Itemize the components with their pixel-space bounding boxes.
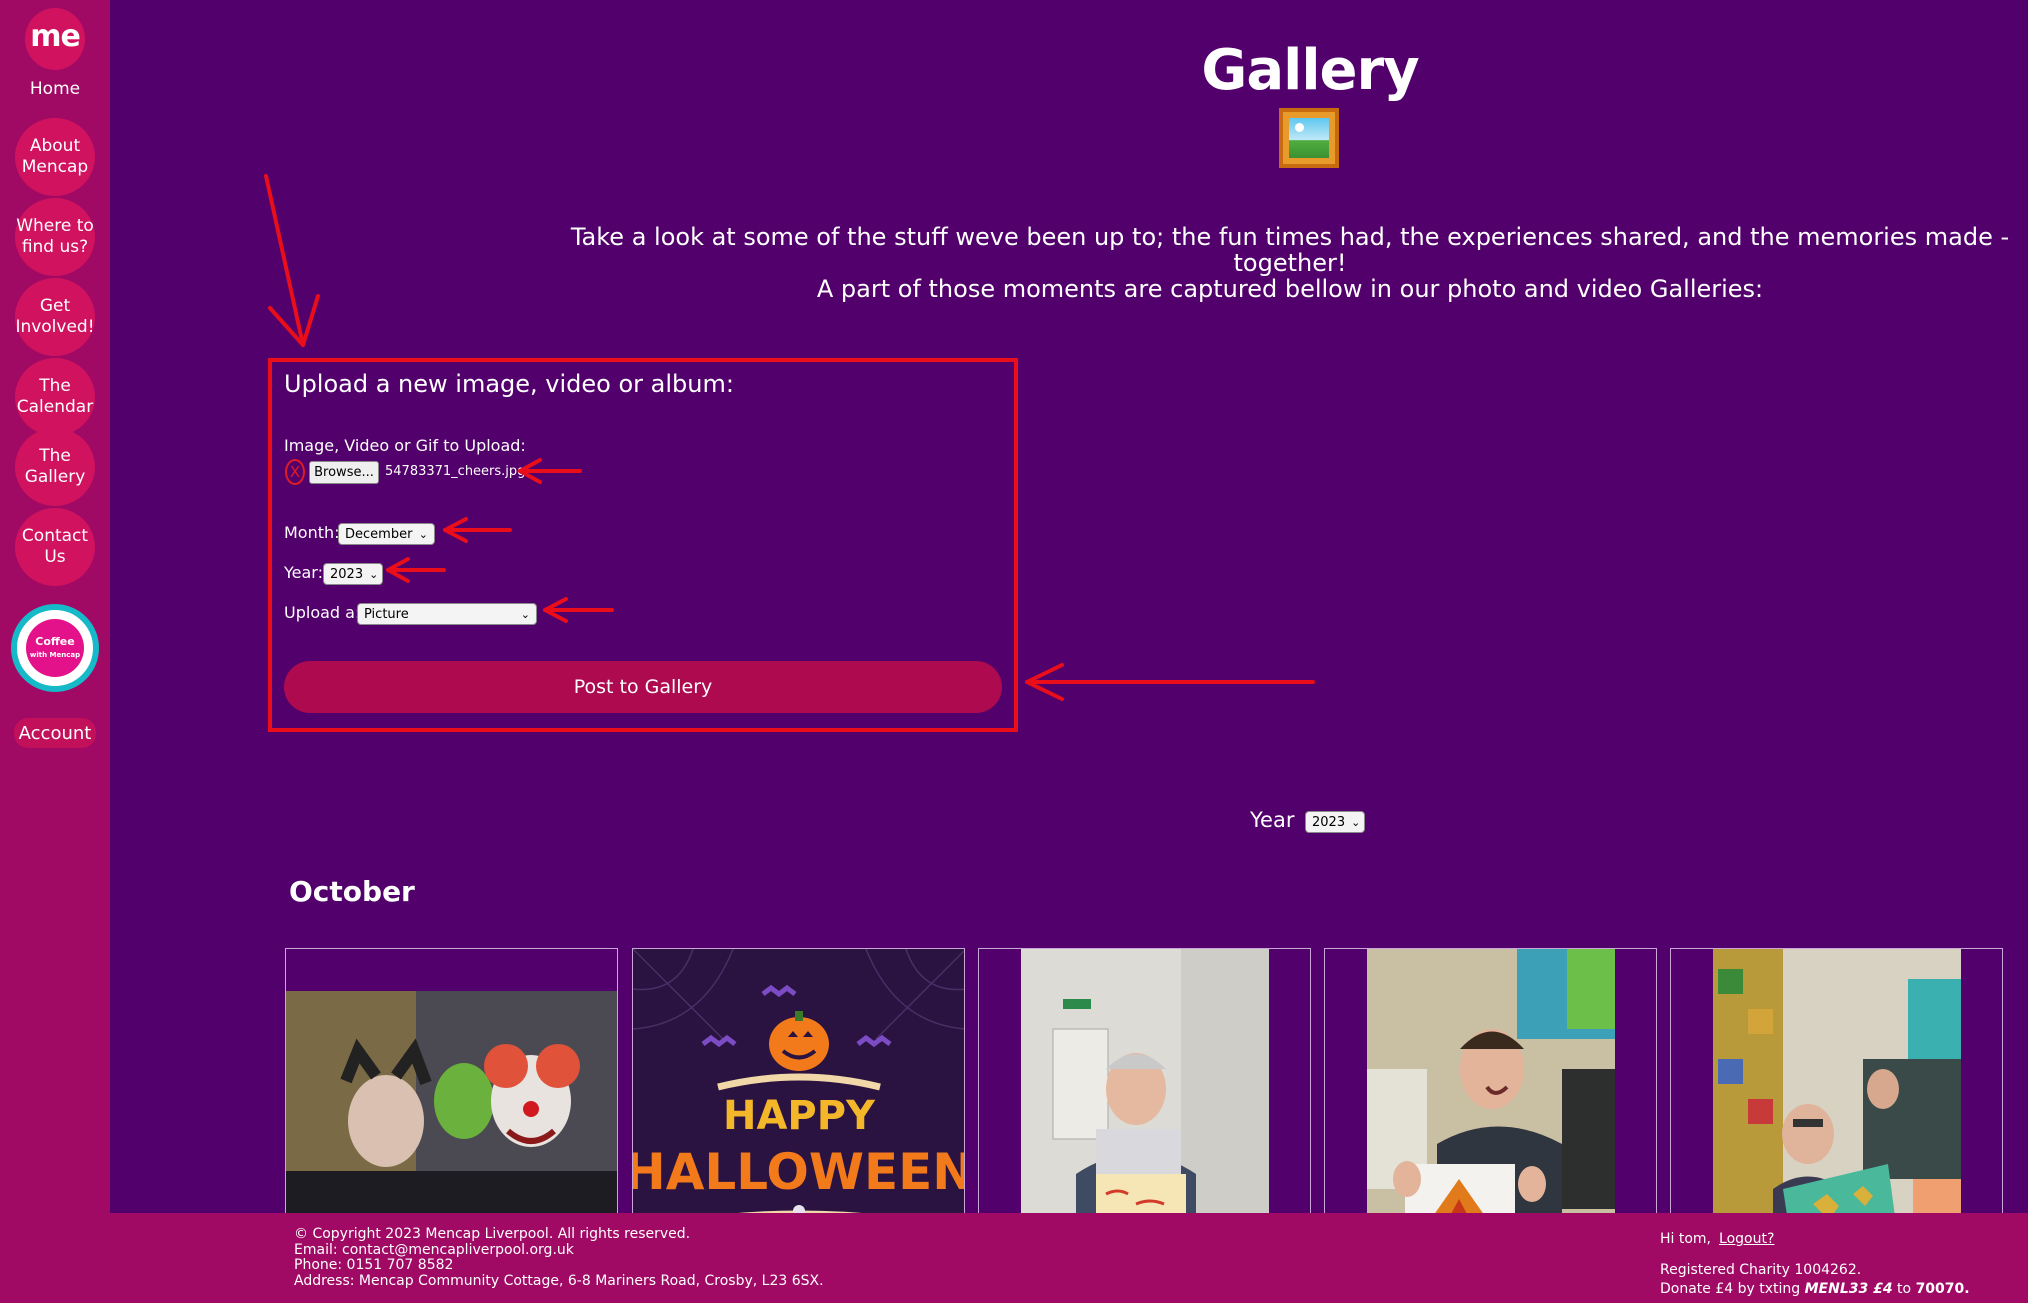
donate-code: MENL33 £4 [1804, 1281, 1893, 1297]
coffee-with-mencap-badge[interactable]: Coffee with Mencap [11, 604, 99, 692]
year-label: Year: [284, 563, 323, 582]
sidebar-item-label: The Calendar [16, 376, 94, 417]
donate-mid: to [1897, 1281, 1912, 1297]
chevron-down-icon: ⌄ [520, 607, 530, 621]
logo-text: me [30, 18, 81, 54]
upload-form-title: Upload a new image, video or album: [284, 370, 734, 398]
sidebar-item-home[interactable]: Home [0, 79, 110, 99]
footer-email: Email: contact@mencapliverpool.org.uk [294, 1241, 574, 1258]
intro-text: Take a look at some of the stuff weve be… [560, 224, 2020, 302]
sidebar: me Home About Mencap Where to find us? G… [0, 0, 110, 1303]
sidebar-item-calendar[interactable]: The Calendar [15, 358, 95, 436]
footer-copyright: © Copyright 2023 Mencap Liverpool. All r… [294, 1226, 691, 1242]
year-select-value: 2023 [330, 566, 364, 582]
footer-donate: Donate £4 by txting MENL33 £4 to 70070. [1660, 1280, 1970, 1299]
gallery-year-select[interactable]: 2023 ⌄ [1305, 811, 1365, 833]
logout-link[interactable]: Logout? [1719, 1231, 1774, 1247]
account-button[interactable]: Account [14, 718, 96, 748]
chevron-down-icon: ⌄ [418, 527, 428, 541]
sidebar-item-find-us[interactable]: Where to find us? [15, 198, 95, 276]
sidebar-item-about[interactable]: About Mencap [15, 118, 95, 196]
footer-phone: Phone: 0151 707 8582 [294, 1257, 454, 1273]
post-to-gallery-button[interactable]: Post to Gallery [284, 661, 1002, 713]
file-upload-label: Image, Video or Gif to Upload: [284, 436, 526, 455]
upload-type-label: Upload a: [284, 603, 361, 622]
clear-file-button[interactable]: X [285, 459, 305, 485]
gallery-year-label: Year [1250, 808, 1295, 832]
coffee-badge-subtext: with Mencap [29, 650, 81, 659]
sidebar-item-contact[interactable]: Contact Us [15, 508, 95, 586]
graphic-text-happy: HAPPY [723, 1093, 876, 1139]
year-select[interactable]: 2023 ⌄ [323, 563, 383, 585]
chevron-down-icon: ⌄ [369, 567, 379, 581]
footer-address: Address: Mencap Community Cottage, 6-8 M… [294, 1272, 824, 1289]
intro-line-1: Take a look at some of the stuff weve be… [570, 223, 2010, 277]
footer-account-info: Hi tom, Logout? Registered Charity 100426… [1660, 1230, 1970, 1299]
sidebar-item-label: Contact Us [21, 526, 89, 567]
coffee-badge-inner: Coffee with Mencap [26, 619, 84, 677]
footer-charity-number: Registered Charity 1004262. [1660, 1262, 1862, 1278]
chevron-down-icon: ⌄ [1351, 815, 1361, 829]
sidebar-item-label: Where to find us? [16, 216, 94, 257]
sidebar-item-label: About Mencap [21, 136, 89, 177]
donate-number: 70070. [1915, 1281, 1970, 1297]
month-label: Month: [284, 523, 340, 542]
footer-greeting: Hi tom, [1660, 1231, 1712, 1247]
browse-button[interactable]: Browse... [309, 461, 379, 484]
footer-contact-info: © Copyright 2023 Mencap Liverpool. All r… [294, 1226, 824, 1289]
graphic-text-halloween: HALLOWEEN [633, 1143, 965, 1201]
selected-file-name: 54783371_cheers.jpg [385, 464, 526, 479]
gallery-year-value: 2023 [1312, 814, 1346, 830]
intro-line-2: A part of those moments are captured bel… [816, 275, 1764, 303]
upload-type-select[interactable]: Picture ⌄ [357, 603, 537, 625]
sidebar-item-gallery[interactable]: The Gallery [15, 428, 95, 506]
sidebar-item-label: Get Involved! [15, 296, 95, 337]
coffee-badge-text: Coffee [35, 634, 75, 648]
sidebar-item-get-involved[interactable]: Get Involved! [15, 278, 95, 356]
month-select-value: December [345, 526, 413, 542]
mencap-logo[interactable]: me [25, 8, 85, 70]
month-select[interactable]: December ⌄ [338, 523, 435, 545]
month-heading: October [289, 875, 415, 908]
framed-picture-icon [1279, 108, 1339, 168]
sidebar-item-label: The Gallery [24, 446, 86, 487]
donate-prefix: Donate £4 by txting [1660, 1281, 1801, 1297]
upload-type-value: Picture [364, 606, 409, 622]
page-title: Gallery [1201, 38, 1419, 103]
